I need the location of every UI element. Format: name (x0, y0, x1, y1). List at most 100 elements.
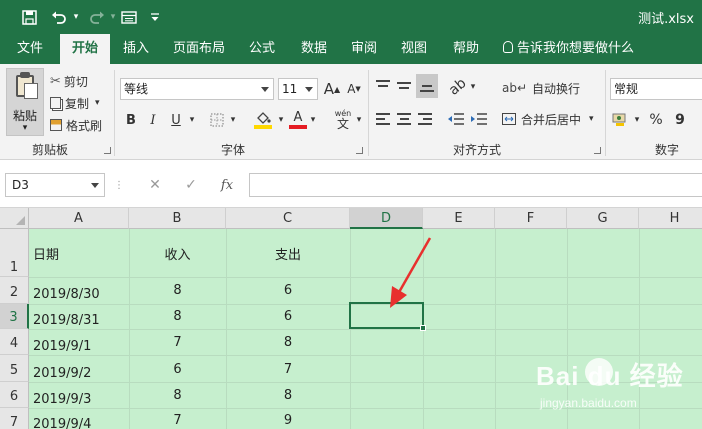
cell-c5[interactable]: 7 (226, 362, 350, 377)
row-header-2[interactable]: 2 (0, 277, 29, 304)
chevron-down-icon[interactable]: ▾ (187, 109, 197, 131)
tab-home[interactable]: 开始 (60, 34, 110, 64)
increase-font-size-button[interactable]: A ▲ (322, 78, 342, 100)
cell-b3[interactable]: 8 (129, 309, 226, 324)
cut-button[interactable]: ✂ 剪切 (50, 72, 88, 90)
merge-center-button[interactable]: 合并后居中 ▾ (502, 109, 594, 129)
column-header-c[interactable]: C (226, 208, 350, 229)
cell-c2[interactable]: 6 (226, 283, 350, 298)
tab-help[interactable]: 帮助 (444, 34, 488, 64)
number-format-select[interactable]: 常规 (610, 78, 702, 100)
cell-b5[interactable]: 6 (129, 362, 226, 377)
column-header-d[interactable]: D (350, 208, 423, 229)
cell-a2[interactable]: 2019/8/30 (33, 287, 100, 302)
tab-data[interactable]: 数据 (292, 34, 336, 64)
worksheet-grid[interactable]: A B C D E F G H 1 2 3 4 5 6 7 日期 收入 支出 2… (0, 208, 702, 429)
column-header-g[interactable]: G (567, 208, 639, 229)
chevron-down-icon[interactable]: ▾ (276, 109, 286, 131)
tab-formulas[interactable]: 公式 (240, 34, 284, 64)
chevron-down-icon[interactable]: ▾ (468, 78, 478, 96)
tell-me-search[interactable]: 告诉我你想要做什么 (503, 34, 634, 64)
save-icon[interactable] (18, 0, 40, 34)
align-left-button[interactable] (374, 111, 392, 127)
cell-b1[interactable]: 收入 (129, 244, 226, 263)
cell-b6[interactable]: 8 (129, 388, 226, 403)
row-header-3[interactable]: 3 (0, 304, 29, 329)
underline-button[interactable]: U (166, 109, 186, 131)
cell-a7[interactable]: 2019/9/4 (33, 417, 91, 429)
row-header-5[interactable]: 5 (0, 355, 29, 382)
bold-button[interactable]: B (121, 109, 141, 131)
cell-c7[interactable]: 9 (226, 413, 350, 428)
undo-dropdown-icon[interactable]: ▾ (70, 0, 82, 34)
cancel-icon[interactable]: ✕ (142, 173, 168, 197)
decrease-font-size-button[interactable]: A ▼ (344, 78, 364, 100)
paintbrush-icon (50, 119, 62, 131)
enter-icon[interactable]: ✓ (178, 173, 204, 197)
paste-button[interactable]: 粘贴 ▾ (6, 68, 44, 136)
column-header-b[interactable]: B (129, 208, 226, 229)
row-header-7[interactable]: 7 (0, 408, 29, 429)
column-header-f[interactable]: F (495, 208, 567, 229)
customize-qat-icon[interactable] (148, 0, 162, 34)
percent-style-button[interactable]: % (646, 111, 666, 129)
bottom-align-button[interactable] (416, 74, 438, 98)
accounting-format-button[interactable] (610, 111, 632, 129)
phonetic-guide-button[interactable]: wén 文 (330, 106, 356, 132)
italic-button[interactable]: I (143, 109, 163, 131)
align-center-button[interactable] (395, 111, 413, 127)
cell-a3[interactable]: 2019/8/31 (33, 313, 100, 328)
form-icon[interactable] (118, 0, 140, 34)
name-box[interactable]: D3 (5, 173, 105, 197)
font-color-button[interactable]: A (288, 109, 308, 131)
format-painter-button[interactable]: 格式刷 (50, 116, 102, 134)
middle-align-button[interactable] (395, 78, 413, 94)
orientation-button[interactable]: ab (446, 75, 470, 98)
chevron-down-icon[interactable]: ▾ (228, 109, 238, 131)
borders-button[interactable] (208, 111, 226, 129)
wrap-text-button[interactable]: ab↵ 自动换行 (502, 78, 580, 98)
insert-function-button[interactable]: fx (214, 173, 240, 197)
font-launcher-icon[interactable] (356, 147, 363, 154)
row-header-1[interactable]: 1 (0, 229, 29, 277)
chevron-down-icon[interactable]: ▾ (308, 109, 318, 131)
cell-a5[interactable]: 2019/9/2 (33, 366, 91, 381)
row-header-6[interactable]: 6 (0, 382, 29, 408)
alignment-launcher-icon[interactable] (594, 147, 601, 154)
cell-b7[interactable]: 7 (129, 413, 226, 428)
fill-handle[interactable] (420, 325, 426, 331)
tab-file[interactable]: 文件 (8, 34, 52, 64)
chevron-down-icon[interactable]: ▾ (632, 111, 642, 129)
column-header-h[interactable]: H (639, 208, 702, 229)
font-name-select[interactable]: 等线 (120, 78, 274, 100)
tab-view[interactable]: 视图 (392, 34, 436, 64)
decrease-indent-button[interactable] (446, 111, 466, 127)
cell-c1[interactable]: 支出 (226, 244, 350, 263)
tab-review[interactable]: 审阅 (342, 34, 386, 64)
cell-a1[interactable]: 日期 (33, 244, 59, 263)
cell-b4[interactable]: 7 (129, 335, 226, 350)
tab-insert[interactable]: 插入 (114, 34, 158, 64)
comma-style-button[interactable]: 9 (670, 111, 690, 129)
cell-c3[interactable]: 6 (226, 309, 350, 324)
cell-c4[interactable]: 8 (226, 335, 350, 350)
cell-a4[interactable]: 2019/9/1 (33, 339, 91, 354)
cell-b2[interactable]: 8 (129, 283, 226, 298)
cell-c6[interactable]: 8 (226, 388, 350, 403)
tab-page-layout[interactable]: 页面布局 (166, 34, 232, 64)
clipboard-launcher-icon[interactable] (104, 147, 111, 154)
column-header-e[interactable]: E (423, 208, 495, 229)
formula-input[interactable] (249, 173, 702, 197)
increase-indent-button[interactable] (469, 111, 489, 127)
column-header-a[interactable]: A (29, 208, 129, 229)
copy-button[interactable]: 复制 ▾ (50, 94, 100, 112)
font-size-select[interactable]: 11 (278, 78, 318, 100)
chevron-down-icon[interactable]: ▾ (354, 109, 364, 131)
fill-color-button[interactable] (252, 109, 274, 131)
cell-a6[interactable]: 2019/9/3 (33, 392, 91, 407)
top-align-button[interactable] (374, 78, 392, 94)
undo-icon[interactable] (48, 0, 70, 34)
align-right-button[interactable] (416, 111, 434, 127)
select-all-button[interactable] (0, 208, 29, 229)
row-header-4[interactable]: 4 (0, 329, 29, 355)
